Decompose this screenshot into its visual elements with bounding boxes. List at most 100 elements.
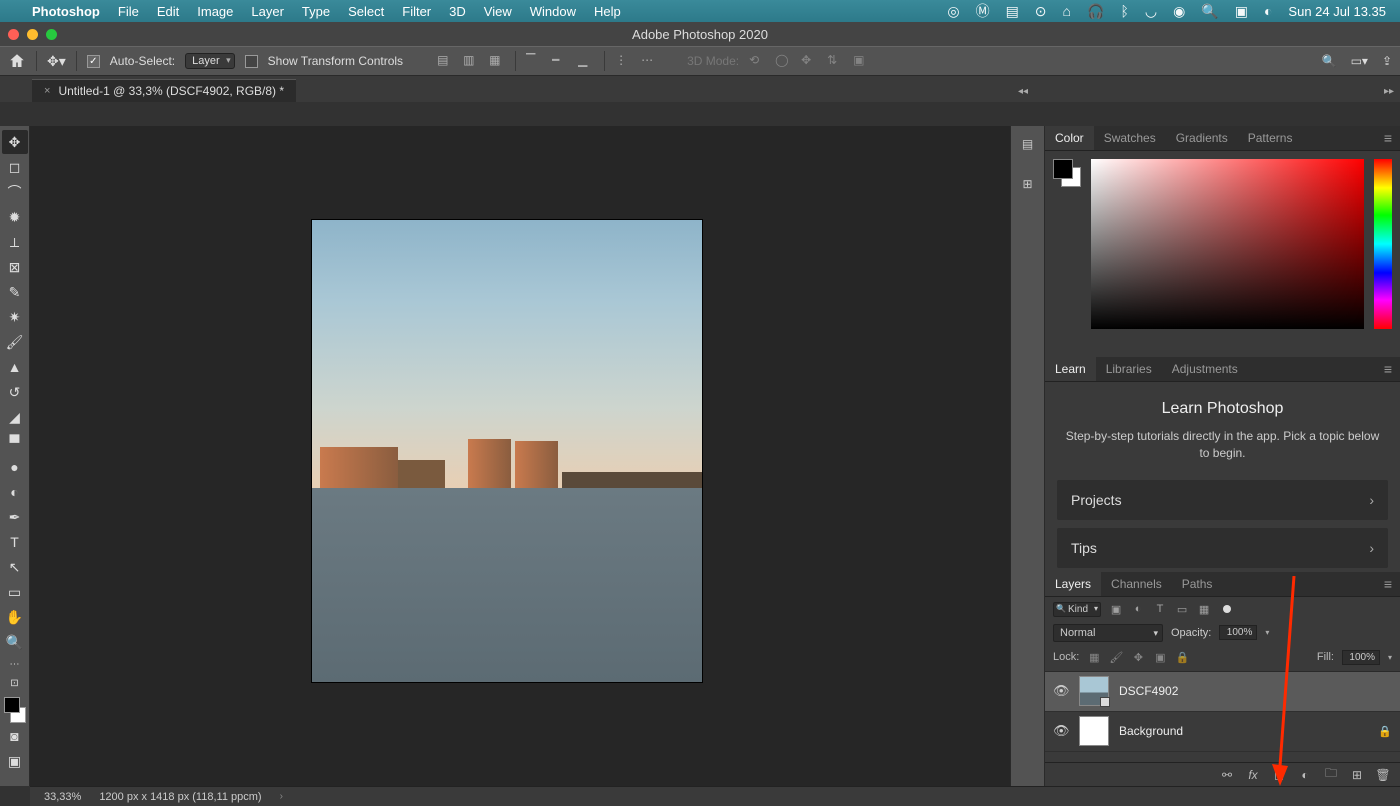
layer-name[interactable]: DSCF4902 [1119, 684, 1178, 698]
filter-type-icon[interactable]: T [1153, 602, 1167, 616]
home-icon[interactable] [8, 52, 26, 70]
foreground-background-colors[interactable] [2, 697, 28, 723]
tool-blur[interactable]: ● [2, 455, 28, 479]
layer-row[interactable]: 👁 DSCF4902 [1045, 672, 1400, 712]
zoom-window-button[interactable] [46, 29, 57, 40]
lock-transparent-icon[interactable]: ▦ [1087, 650, 1101, 664]
distribute-icon[interactable]: ⋮ [615, 53, 631, 69]
layer-name[interactable]: Background [1119, 724, 1183, 738]
layer-fx-icon[interactable]: fx [1246, 768, 1260, 782]
strip-properties-icon[interactable]: ⊞ [1018, 174, 1038, 194]
close-window-button[interactable] [8, 29, 19, 40]
learn-item-projects[interactable]: Projects › [1057, 480, 1388, 520]
fill-slider-icon[interactable]: ▾ [1388, 653, 1392, 662]
color-foreground[interactable] [1053, 159, 1073, 179]
tab-libraries[interactable]: Libraries [1096, 357, 1162, 381]
tool-lasso[interactable]: ⌒ [2, 180, 28, 204]
color-field[interactable] [1091, 159, 1364, 329]
tool-history-brush[interactable]: ↺ [2, 380, 28, 404]
tool-quick-select[interactable]: ✹ [2, 205, 28, 229]
align-hcenter-icon[interactable]: ▥ [463, 53, 479, 69]
status-spotlight-icon[interactable]: 🔍 [1201, 3, 1218, 20]
tool-quickmask[interactable]: ◙ [2, 724, 28, 748]
tab-paths[interactable]: Paths [1172, 572, 1223, 596]
status-zoom[interactable]: 33,33% [44, 791, 81, 803]
align-bottom-icon[interactable]: ▁ [578, 53, 594, 69]
tool-brush[interactable]: 🖌 [2, 330, 28, 354]
tool-frame[interactable]: ⊠ [2, 255, 28, 279]
status-wifi-icon[interactable]: ◡ [1145, 3, 1157, 20]
lock-artboard-icon[interactable]: ▣ [1153, 650, 1167, 664]
layer-row[interactable]: 👁 Background 🔒 [1045, 712, 1400, 752]
menu-type[interactable]: Type [302, 4, 330, 19]
menu-image[interactable]: Image [197, 4, 233, 19]
tool-heal[interactable]: ✷ [2, 305, 28, 329]
layer-mask-icon[interactable]: ◻ [1272, 768, 1286, 782]
lock-position-icon[interactable]: ✥ [1131, 650, 1145, 664]
fill-input[interactable]: 100% [1342, 650, 1380, 665]
layer-thumbnail[interactable] [1079, 716, 1109, 746]
foreground-color[interactable] [4, 697, 20, 713]
status-more-icon[interactable]: › [280, 791, 283, 802]
lock-image-icon[interactable]: 🖌 [1109, 650, 1123, 664]
workspace-icon[interactable]: ▭▾ [1351, 54, 1368, 68]
tab-layers[interactable]: Layers [1045, 572, 1101, 596]
blend-mode-dropdown[interactable]: Normal [1053, 624, 1163, 642]
tool-move[interactable]: ✥ [2, 130, 28, 154]
status-user-icon[interactable]: ◉ [1173, 3, 1185, 20]
layer-visibility-icon[interactable]: 👁 [1053, 683, 1069, 699]
tab-color[interactable]: Color [1045, 126, 1094, 150]
status-home-icon[interactable]: ⌂ [1063, 3, 1071, 19]
opacity-slider-icon[interactable]: ▾ [1265, 628, 1269, 637]
tab-learn[interactable]: Learn [1045, 357, 1096, 381]
tab-gradients[interactable]: Gradients [1166, 126, 1238, 150]
more-align-icon[interactable]: ⋯ [641, 53, 657, 69]
collapse-strip-icon[interactable]: ◂◂ [1018, 86, 1028, 97]
tool-dodge[interactable]: ◐ [2, 480, 28, 504]
filter-adjust-icon[interactable]: ◐ [1131, 602, 1145, 616]
show-transform-checkbox[interactable] [245, 55, 258, 68]
filter-toggle[interactable] [1223, 605, 1231, 613]
tab-adjustments[interactable]: Adjustments [1162, 357, 1248, 381]
menu-window[interactable]: Window [530, 4, 576, 19]
status-drive-icon[interactable]: ▤ [1006, 3, 1019, 20]
search-icon[interactable]: 🔍 [1322, 54, 1337, 68]
align-right-icon[interactable]: ▦ [489, 53, 505, 69]
tab-patterns[interactable]: Patterns [1238, 126, 1303, 150]
hue-slider[interactable] [1374, 159, 1392, 329]
tool-more[interactable]: ⋯ [2, 655, 28, 673]
filter-shape-icon[interactable]: ▭ [1175, 602, 1189, 616]
status-doc-info[interactable]: 1200 px x 1418 px (118,11 ppcm) [99, 791, 261, 803]
document-canvas[interactable] [312, 220, 702, 682]
menu-help[interactable]: Help [594, 4, 621, 19]
move-tool-icon[interactable]: ✥▾ [47, 53, 66, 70]
status-cc2-icon[interactable]: ▣ [1235, 3, 1248, 20]
tool-crop[interactable]: ⟂ [2, 230, 28, 254]
minimize-window-button[interactable] [27, 29, 38, 40]
status-clock[interactable]: Sun 24 Jul 13.35 [1288, 4, 1386, 19]
auto-select-dropdown[interactable]: Layer [185, 53, 235, 69]
filter-pixel-icon[interactable]: ▣ [1109, 602, 1123, 616]
tool-eraser[interactable]: ◢ [2, 405, 28, 429]
menu-layer[interactable]: Layer [251, 4, 284, 19]
tool-hand[interactable]: ✋ [2, 605, 28, 629]
menu-view[interactable]: View [484, 4, 512, 19]
menu-app-name[interactable]: Photoshop [32, 4, 100, 19]
layer-filter-kind-dropdown[interactable]: Kind [1053, 602, 1101, 617]
status-siri-icon[interactable]: ◐ [1264, 3, 1272, 19]
tool-screenmode[interactable]: ▣ [2, 749, 28, 773]
tool-zoom[interactable]: 🔍 [2, 630, 28, 654]
status-play-icon[interactable]: ⊙ [1035, 3, 1047, 20]
layer-group-icon[interactable]: 🗀 [1324, 768, 1338, 782]
new-layer-icon[interactable]: ⊞ [1350, 768, 1364, 782]
delete-layer-icon[interactable]: 🗑 [1376, 768, 1390, 782]
tab-channels[interactable]: Channels [1101, 572, 1172, 596]
tool-marquee[interactable]: ◻ [2, 155, 28, 179]
layer-thumbnail[interactable] [1079, 676, 1109, 706]
menu-file[interactable]: File [118, 4, 139, 19]
canvas-area[interactable] [30, 126, 1010, 786]
close-tab-icon[interactable]: × [44, 85, 50, 97]
status-m-icon[interactable]: Ⓜ [976, 1, 990, 21]
menu-filter[interactable]: Filter [402, 4, 431, 19]
lock-all-icon[interactable]: 🔒 [1175, 650, 1189, 664]
